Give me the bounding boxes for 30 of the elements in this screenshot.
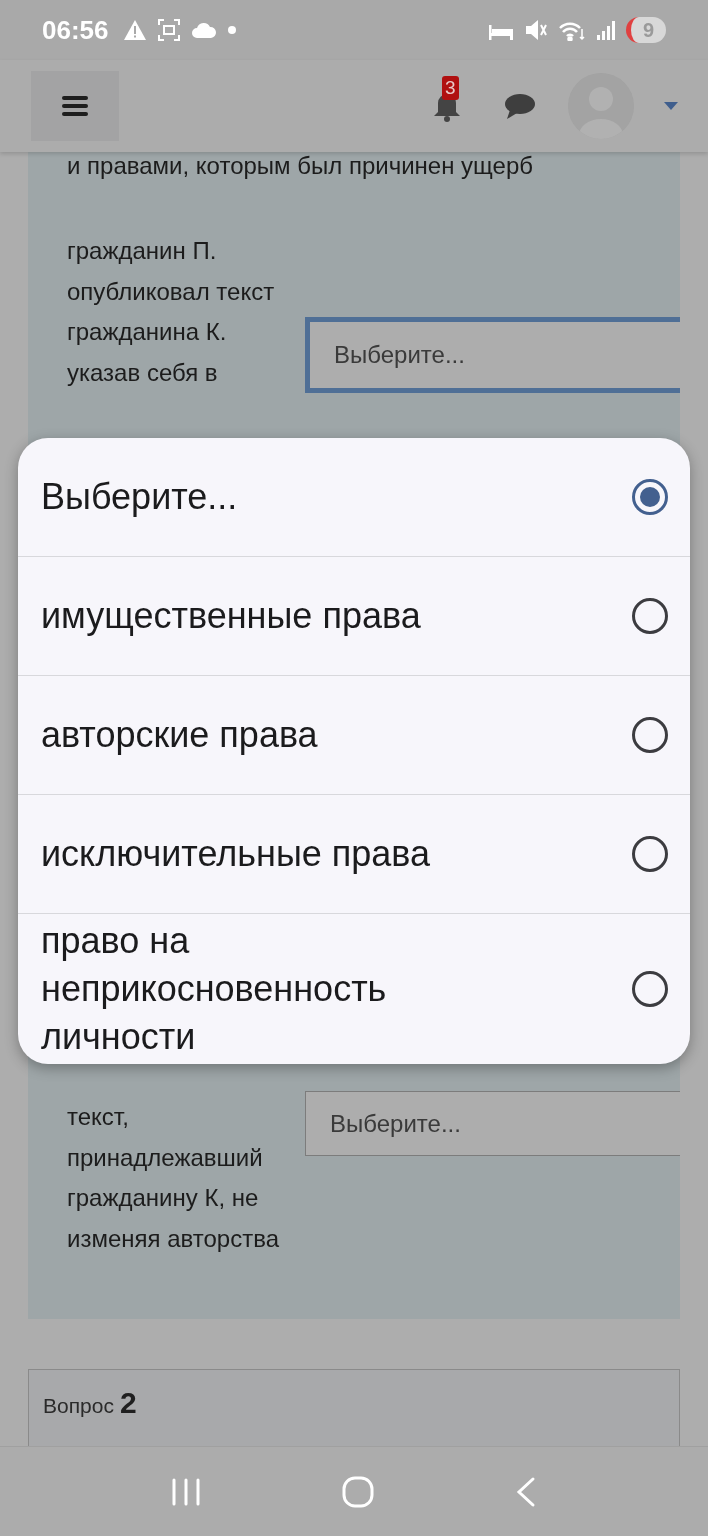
status-time: 06:56: [42, 14, 109, 46]
cloud-icon: [190, 22, 217, 38]
radio-button[interactable]: [632, 836, 668, 872]
warning-icon: [122, 19, 147, 41]
question-label: Вопрос: [43, 1394, 114, 1418]
battery-icon: 9: [626, 17, 666, 43]
dropdown-option[interactable]: авторские права: [18, 676, 690, 795]
notification-badge: 3: [442, 76, 459, 100]
radio-button[interactable]: [632, 479, 668, 515]
dropdown-option[interactable]: имущественные права: [18, 557, 690, 676]
question-number: 2: [119, 1386, 137, 1420]
radio-button[interactable]: [632, 598, 668, 634]
radio-button[interactable]: [632, 717, 668, 753]
dot-icon: [226, 25, 237, 35]
statement-text: и правами, которым был причинен ущерб: [67, 152, 535, 180]
dropdown-option[interactable]: исключительные права: [18, 795, 690, 914]
chat-icon[interactable]: [504, 92, 536, 120]
statement-text: гражданин П. опубликовал текст гражданина К. указав себя в: [67, 236, 276, 388]
statement-text: текст, принадлежавший гражданину К, не изменяя авторства: [67, 1102, 280, 1254]
menu-button[interactable]: [31, 71, 119, 141]
menu-icon: [62, 96, 88, 116]
dropdown-option[interactable]: право на неприкосновенность личности: [18, 914, 690, 1064]
radio-button[interactable]: [632, 971, 668, 1007]
dropdown-caret-icon[interactable]: [664, 102, 678, 110]
answer-select[interactable]: Выберите...: [305, 317, 680, 393]
signal-icon: [596, 19, 616, 41]
screenshot-icon: [156, 18, 181, 42]
answer-select[interactable]: Выберите...: [305, 1091, 680, 1156]
mute-icon: [524, 19, 548, 41]
dropdown-option[interactable]: Выберите...: [18, 438, 690, 557]
